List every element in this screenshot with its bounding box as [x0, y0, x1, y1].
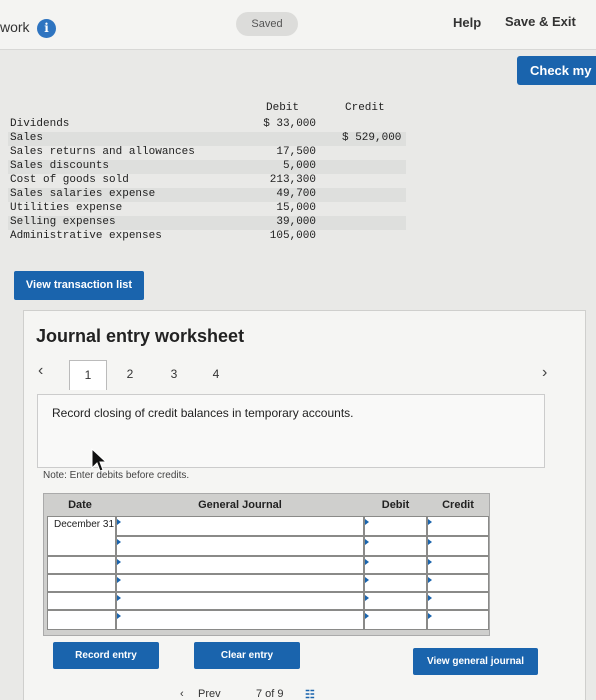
date-value: December 31: [53, 519, 115, 530]
chevron-right-icon[interactable]: ›: [542, 364, 547, 382]
assignment-title: work: [0, 19, 30, 35]
debit-value: 5,000: [282, 160, 316, 172]
clear-entry-button[interactable]: Clear entry: [194, 642, 300, 669]
tab-2[interactable]: 2: [111, 360, 149, 390]
account-name: Utilities expense: [10, 202, 123, 214]
account-name: Sales salaries expense: [10, 188, 156, 200]
debit-value: 213,300: [269, 174, 316, 186]
saved-status-badge: Saved: [236, 12, 298, 36]
debit-column-header: Debit: [364, 494, 427, 516]
trial-row: Sales discounts 5,000: [8, 160, 406, 174]
info-icon[interactable]: i: [37, 19, 56, 38]
credit-input[interactable]: [427, 574, 489, 592]
credit-column-header: Credit: [427, 494, 489, 516]
debit-input[interactable]: [364, 574, 427, 592]
account-input[interactable]: [116, 556, 364, 574]
account-name: Administrative expenses: [10, 230, 162, 242]
credit-input[interactable]: [427, 536, 489, 556]
account-input[interactable]: [116, 592, 364, 610]
debit-input[interactable]: [364, 536, 427, 556]
credit-input[interactable]: [427, 516, 489, 536]
tab-1[interactable]: 1: [69, 360, 107, 390]
chevron-left-icon[interactable]: ‹: [180, 688, 184, 700]
trial-row: Selling expenses 39,000: [8, 216, 406, 230]
help-link[interactable]: Help: [453, 15, 481, 30]
debit-header: Debit: [266, 102, 300, 114]
credit-input[interactable]: [427, 610, 489, 630]
account-name: Selling expenses: [10, 216, 116, 228]
account-input[interactable]: [116, 536, 364, 556]
general-journal-column-header: General Journal: [116, 494, 364, 516]
date-cell[interactable]: [47, 556, 116, 574]
account-name: Dividends: [10, 118, 70, 130]
date-cell[interactable]: [47, 592, 116, 610]
account-name: Sales discounts: [10, 160, 110, 172]
trial-row: Utilities expense 15,000: [8, 202, 406, 216]
top-bar: work i Saved Help Save & Exit: [0, 0, 596, 50]
trial-row: Administrative expenses 105,000: [8, 230, 406, 244]
journal-table: Date General Journal Debit Credit Decemb…: [43, 493, 490, 636]
save-exit-button[interactable]: Save & Exit: [505, 14, 576, 29]
account-input[interactable]: [116, 610, 364, 630]
account-input[interactable]: [116, 574, 364, 592]
chevron-left-icon[interactable]: ‹: [38, 362, 43, 380]
debit-input[interactable]: [364, 592, 427, 610]
debit-value: 17,500: [276, 146, 316, 158]
grid-icon[interactable]: ☷: [305, 688, 315, 700]
debit-value: 49,700: [276, 188, 316, 200]
trial-row: Sales returns and allowances 17,500: [8, 146, 406, 160]
worksheet-title: Journal entry worksheet: [36, 326, 245, 346]
debit-value: 105,000: [269, 230, 316, 242]
date-cell[interactable]: December 31: [47, 516, 116, 556]
account-name: Cost of goods sold: [10, 174, 129, 186]
credit-input[interactable]: [427, 556, 489, 574]
prev-button[interactable]: Prev: [198, 688, 221, 700]
debit-input[interactable]: [364, 516, 427, 536]
trial-row: Cost of goods sold 213,300: [8, 174, 406, 188]
entry-prompt: Record closing of credit balances in tem…: [52, 406, 354, 420]
account-input[interactable]: [116, 516, 364, 536]
debit-value: 15,000: [276, 202, 316, 214]
view-general-journal-button[interactable]: View general journal: [413, 648, 538, 675]
mouse-cursor-icon: [91, 448, 108, 472]
date-cell[interactable]: [47, 610, 116, 630]
view-transaction-list-button[interactable]: View transaction list: [14, 271, 144, 300]
record-entry-button[interactable]: Record entry: [53, 642, 159, 669]
check-my-work-button[interactable]: Check my: [517, 56, 596, 85]
debit-input[interactable]: [364, 556, 427, 574]
debit-input[interactable]: [364, 610, 427, 630]
trial-row: Dividends $ 33,000: [8, 118, 406, 132]
tab-3[interactable]: 3: [155, 360, 193, 390]
date-cell[interactable]: [47, 574, 116, 592]
account-name: Sales returns and allowances: [10, 146, 195, 158]
date-column-header: Date: [44, 494, 116, 516]
trial-row: Sales salaries expense 49,700: [8, 188, 406, 202]
account-name: Sales: [10, 132, 44, 144]
page-position: 7 of 9: [256, 688, 284, 700]
debit-value: 39,000: [276, 216, 316, 228]
tab-4[interactable]: 4: [197, 360, 235, 390]
credit-value: $ 529,000: [342, 132, 402, 144]
trial-row: Sales $ 529,000: [8, 132, 406, 146]
debit-value: $ 33,000: [263, 118, 316, 130]
entry-note: Note: Enter debits before credits.: [43, 470, 190, 481]
credit-input[interactable]: [427, 592, 489, 610]
credit-header: Credit: [345, 102, 385, 114]
